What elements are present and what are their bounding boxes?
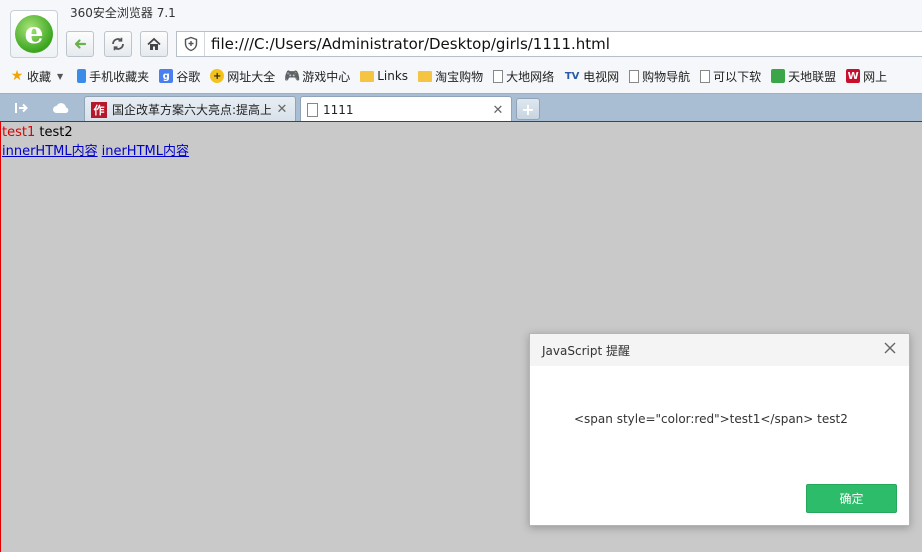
document-favicon-icon [307, 103, 318, 117]
site-directory-icon: + [210, 69, 225, 83]
refresh-icon [112, 37, 124, 51]
browser-chrome: e 360安全浏览器 7.1 ★ 收藏 ▼ [0, 0, 922, 93]
page-icon [493, 69, 504, 83]
browser-logo[interactable]: e [10, 10, 58, 58]
dialog-title: JavaScript 提醒 [542, 343, 630, 358]
security-shield-icon[interactable] [177, 32, 205, 56]
online-shop-icon: W [846, 69, 861, 83]
test2-text: test2 [39, 125, 73, 140]
browser-e-logo-icon: e [15, 15, 53, 53]
bookmark-online[interactable]: W 网上 [846, 68, 887, 85]
test-line: test1 test2 [2, 125, 73, 140]
innerhtml-link[interactable]: innerHTML内容 [2, 144, 98, 159]
tiandi-icon [771, 69, 786, 83]
bookmark-game-center[interactable]: 🎮 游戏中心 [284, 68, 350, 85]
close-icon[interactable]: ✕ [275, 102, 289, 117]
cloud-icon[interactable] [50, 98, 72, 118]
page-icon [700, 69, 711, 83]
back-arrow-icon [74, 39, 87, 49]
inerhtml-link[interactable]: inerHTML内容 [102, 144, 189, 159]
close-icon[interactable] [883, 341, 897, 359]
refresh-button[interactable] [104, 31, 132, 57]
bookmark-keyixia[interactable]: 可以下软 [700, 68, 761, 85]
bookmark-taobao[interactable]: 淘宝购物 [418, 68, 483, 85]
tab-news[interactable]: 作 国企改革方案六大亮点:提高上 ✕ [84, 96, 296, 122]
page-icon [629, 69, 640, 83]
new-tab-button[interactable]: + [516, 98, 540, 120]
sidebar-toggle-icon[interactable] [10, 98, 32, 118]
bookmark-favorites[interactable]: ★ 收藏 ▼ [10, 68, 63, 85]
bookmark-links[interactable]: Links [360, 69, 408, 83]
javascript-alert-dialog: JavaScript 提醒 <span style="color:red">te… [529, 333, 910, 526]
dialog-message: <span style="color:red">test1</span> tes… [574, 412, 848, 426]
folder-icon [418, 70, 433, 82]
tv-icon: TV [564, 70, 580, 82]
url-input[interactable] [205, 35, 905, 53]
test1-text: test1 [2, 125, 36, 140]
gamepad-icon: 🎮 [284, 68, 301, 84]
home-button[interactable] [140, 31, 168, 57]
link-line: innerHTML内容 inerHTML内容 [2, 140, 193, 159]
home-icon [147, 37, 161, 50]
bookmark-tiandi-league[interactable]: 天地联盟 [771, 68, 836, 85]
bookmark-shopping-nav[interactable]: 购物导航 [629, 68, 690, 85]
bookmark-google[interactable]: g 谷歌 [159, 68, 200, 85]
close-icon[interactable]: ✕ [491, 103, 505, 118]
dialog-header: JavaScript 提醒 [530, 334, 909, 366]
tab-strip: 作 国企改革方案六大亮点:提高上 ✕ 1111 ✕ + [0, 93, 922, 123]
address-bar[interactable] [176, 31, 922, 57]
folder-icon [360, 70, 375, 82]
news-favicon-icon: 作 [91, 101, 107, 118]
bookmarks-bar: ★ 收藏 ▼ 手机收藏夹 g 谷歌 + 网址大全 🎮 游戏中心 Links 淘宝… [0, 64, 922, 88]
bookmark-tv-network[interactable]: TV 电视网 [564, 68, 619, 85]
bookmark-dadi-network[interactable]: 大地网络 [493, 68, 554, 85]
ok-button[interactable]: 确定 [806, 484, 897, 513]
google-icon: g [159, 69, 174, 83]
window-title: 360安全浏览器 7.1 [70, 6, 176, 20]
bookmark-mobile-favorites[interactable]: 手机收藏夹 [77, 68, 149, 85]
star-icon: ★ [10, 68, 24, 84]
bookmark-site-directory[interactable]: + 网址大全 [210, 68, 275, 85]
dropdown-arrow-icon[interactable]: ▼ [57, 72, 63, 81]
back-button[interactable] [66, 31, 94, 57]
tab-1111[interactable]: 1111 ✕ [300, 96, 512, 123]
phone-icon [77, 69, 87, 83]
